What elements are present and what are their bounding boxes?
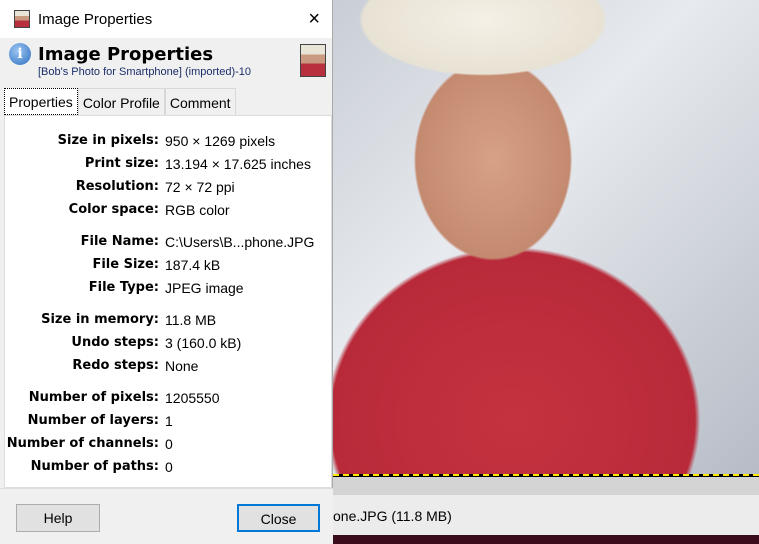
property-row: File Size: 187.4 kB [5,257,331,277]
property-value: 0 [165,459,173,475]
property-value: C:\Users\B...phone.JPG [165,234,315,250]
property-label: Undo steps: [71,335,159,350]
property-value: 3 (160.0 kB) [165,335,242,351]
property-row: Print size: 13.194 × 17.625 inches [5,156,331,176]
property-value: 0 [165,436,173,452]
property-label: Number of channels: [6,436,159,451]
close-icon[interactable]: × [308,8,320,31]
property-label: Number of paths: [30,459,159,474]
property-row: Size in pixels: 950 × 1269 pixels [5,133,331,153]
property-label: File Name: [80,234,159,249]
tab-bar: Properties Color Profile Comment [4,88,236,115]
property-value: RGB color [165,202,230,218]
property-label: Number of layers: [27,413,159,428]
property-label: Redo steps: [72,358,159,373]
property-row: Resolution: 72 × 72 ppi [5,179,331,199]
horizontal-scrollbar[interactable] [333,477,759,495]
header-title: Image Properties [38,44,214,65]
property-row: Number of channels: 0 [5,436,331,456]
property-label: Resolution: [75,179,159,194]
property-value: 950 × 1269 pixels [165,133,276,149]
image-canvas[interactable] [333,0,759,476]
property-row: Color space: RGB color [5,202,331,222]
property-label: File Size: [92,257,159,272]
properties-panel: Size in pixels: 950 × 1269 pixels Print s… [4,115,332,488]
property-value: 1205550 [165,390,220,406]
tab-properties[interactable]: Properties [4,88,78,115]
property-label: Number of pixels: [28,390,159,405]
dialog-footer: Help Close [0,488,333,544]
title-bar: Image Properties × [0,0,332,38]
property-row: Size in memory: 11.8 MB [5,312,331,332]
property-value: 72 × 72 ppi [165,179,235,195]
property-row: File Name: C:\Users\B...phone.JPG [5,234,331,254]
dialog-header: Image Properties [Bob's Photo for Smartp… [0,38,332,84]
property-row: Number of layers: 1 [5,413,331,433]
property-label: Color space: [68,202,159,217]
window-title: Image Properties [38,10,153,28]
property-value: JPEG image [165,280,244,296]
status-bar: one.JPG (11.8 MB) [333,495,759,535]
image-properties-dialog: Image Properties × Image Properties [Bob… [0,0,333,544]
app-thumbnail-icon [14,10,30,28]
property-value: 11.8 MB [165,312,217,328]
property-row: File Type: JPEG image [5,280,331,300]
property-value: None [165,358,199,374]
property-label: Size in pixels: [57,133,159,148]
property-row: Redo steps: None [5,358,331,378]
property-value: 13.194 × 17.625 inches [165,156,311,172]
status-text: one.JPG (11.8 MB) [333,508,452,524]
property-label: Print size: [84,156,159,171]
info-icon: i [9,43,31,65]
close-button[interactable]: Close [237,504,320,532]
property-row: Undo steps: 3 (160.0 kB) [5,335,331,355]
tab-color-profile[interactable]: Color Profile [77,88,165,115]
help-button[interactable]: Help [16,504,100,532]
property-value: 187.4 kB [165,257,221,273]
property-label: Size in memory: [41,312,159,327]
header-subtitle: [Bob's Photo for Smartphone] (imported)-… [38,66,252,78]
property-row: Number of paths: 0 [5,459,331,479]
property-label: File Type: [88,280,159,295]
tab-comment[interactable]: Comment [164,88,236,115]
property-row: Number of pixels: 1205550 [5,390,331,410]
image-preview-thumbnail [300,44,326,77]
property-value: 1 [165,413,173,429]
